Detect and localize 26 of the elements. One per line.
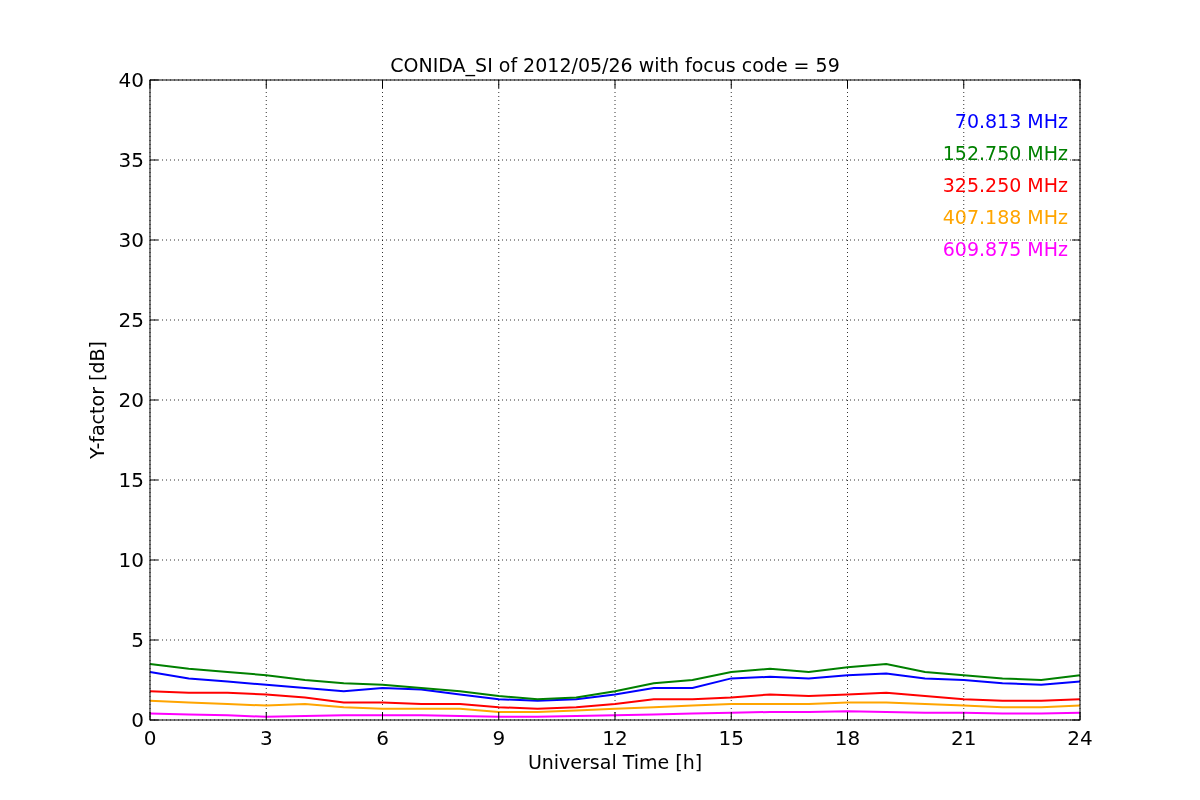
legend-label: 407.188 MHz [942, 206, 1068, 228]
x-tick-label: 6 [376, 726, 389, 750]
legend-label: 70.813 MHz [954, 110, 1068, 132]
y-tick-label: 40 [118, 68, 144, 92]
y-tick-label: 5 [131, 628, 144, 652]
x-tick-label: 0 [143, 726, 157, 750]
chart-title: CONIDA_SI of 2012/05/26 with focus code = 59 [390, 54, 840, 76]
x-tick-label: 18 [834, 726, 861, 750]
y-tick-label: 35 [118, 148, 144, 172]
y-axis-label: Y-factor [dB] [86, 341, 108, 459]
y-tick-label: 25 [118, 308, 144, 332]
legend-label: 152.750 MHz [942, 142, 1068, 164]
x-tick-label: 15 [718, 726, 744, 750]
legend-label: 325.250 MHz [942, 174, 1068, 196]
x-axis-label: Universal Time [h] [527, 751, 703, 773]
y-tick-label: 10 [118, 548, 144, 572]
x-tick-label: 21 [951, 726, 977, 750]
legend-label: 609.875 MHz [942, 238, 1068, 260]
y-tick-label: 0 [131, 708, 144, 732]
y-tick-label: 20 [118, 388, 144, 412]
x-tick-label: 9 [492, 726, 506, 750]
x-tick-label: 3 [259, 726, 273, 750]
x-tick-label: 12 [602, 726, 628, 750]
x-tick-label: 24 [1067, 726, 1093, 750]
y-tick-label: 30 [118, 228, 144, 252]
y-tick-label: 15 [118, 468, 144, 492]
